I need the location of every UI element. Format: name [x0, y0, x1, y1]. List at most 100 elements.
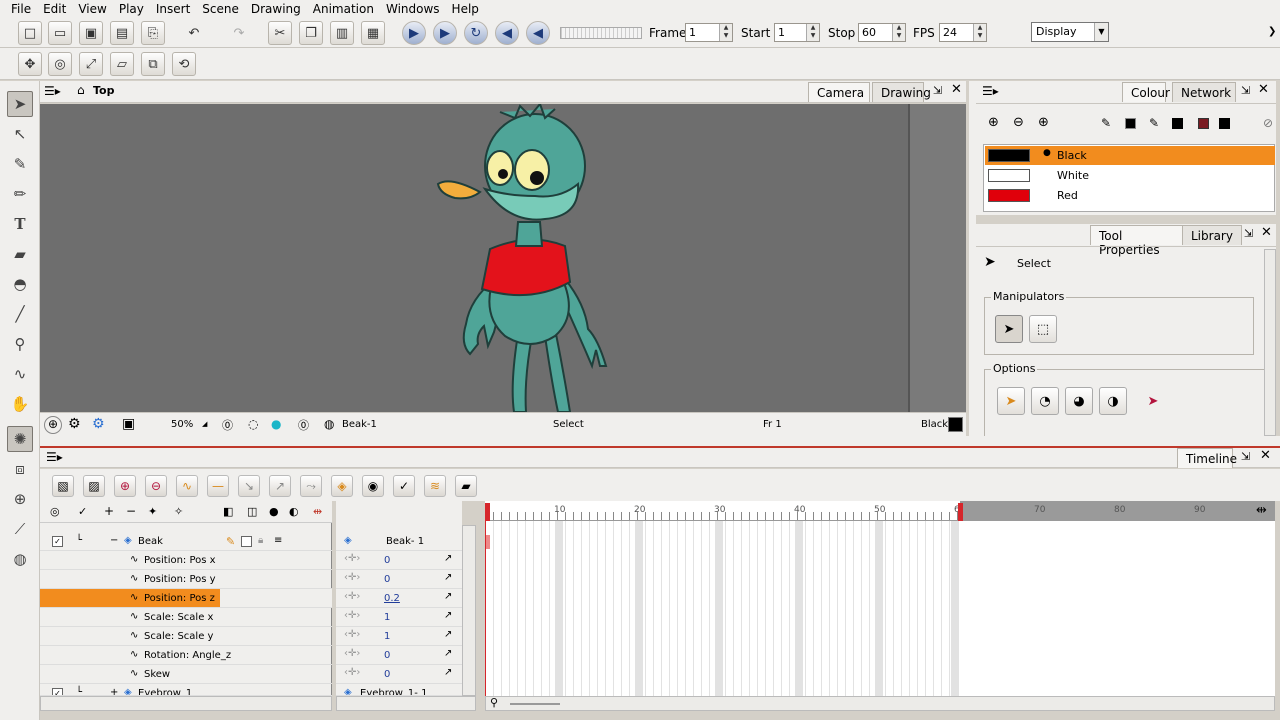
morph-tool-icon[interactable]: ◍ — [7, 546, 33, 572]
animate-tool-icon[interactable]: ✺ — [7, 426, 33, 452]
check-all-icon[interactable]: ✓ — [78, 505, 87, 518]
copy-icon[interactable]: ❐ — [299, 21, 323, 45]
frame-ruler[interactable]: 10 20 30 40 50 6 70 80 90 ⇹ — [485, 501, 1275, 521]
keyframe-nav-icon[interactable]: ‹✛› — [344, 553, 360, 564]
crosshair-icon[interactable]: ⊕ — [44, 416, 62, 434]
splitter-bar[interactable] — [40, 436, 1280, 446]
add-drawing-layer-icon[interactable]: ▧ — [52, 475, 74, 497]
line-colour-swatch[interactable] — [1125, 118, 1136, 129]
add-colour-icon[interactable]: ⊕ — [988, 115, 999, 130]
drawing-sub-icon[interactable]: ◈ — [331, 475, 353, 497]
remove-colour-icon[interactable]: ⊖ — [1013, 115, 1024, 130]
colour-row-red[interactable]: Red — [985, 186, 1275, 205]
menu-play[interactable]: Play — [113, 2, 150, 16]
expand-icon[interactable]: ⇹ — [313, 505, 322, 518]
stroke-icon[interactable]: ∿ — [7, 361, 33, 387]
remove-keyframe-icon[interactable]: ⊖ — [145, 475, 167, 497]
keyframe-nav-icon[interactable]: ‹✛› — [344, 648, 360, 659]
keyframe-nav-icon[interactable]: ‹✛› — [344, 629, 360, 640]
skew-icon[interactable]: ▱ — [110, 52, 134, 76]
bounding-box-icon[interactable]: ⬚ — [1029, 315, 1057, 343]
safe-area-icon[interactable]: ▣ — [122, 416, 135, 432]
value-row[interactable]: ‹✛› 1 ↗ — [336, 608, 462, 627]
current-color-swatch[interactable] — [948, 417, 963, 432]
ease-in-icon[interactable]: ↘ — [238, 475, 260, 497]
undo-icon[interactable]: ↶ — [182, 21, 206, 45]
eye-icon[interactable]: ◎ — [50, 505, 60, 518]
function-value[interactable]: 1 — [384, 631, 390, 642]
menu-view[interactable]: View — [72, 2, 112, 16]
keyframe-nav-icon[interactable]: ‹✛› — [344, 610, 360, 621]
value-row[interactable]: ‹✛› 0 ↗ — [336, 665, 462, 684]
pencil-icon[interactable]: ✎ — [226, 535, 235, 548]
zoom-level[interactable]: 50% — [171, 419, 193, 430]
panel-menu-icon[interactable]: ☰▸ — [46, 450, 63, 464]
scale-icon[interactable]: ⤢ — [79, 52, 103, 76]
layer-colour-box[interactable] — [241, 536, 252, 547]
value-row[interactable]: ‹✛› 0.2 ↗ — [336, 589, 462, 608]
spin-arrows-icon[interactable]: ▲ ▼ — [892, 24, 905, 41]
reset-zoom-icon[interactable]: ⓪ — [222, 417, 233, 433]
exposure-cell[interactable] — [486, 535, 490, 549]
spin-arrows-icon[interactable]: ▲ ▼ — [806, 24, 819, 41]
colour-row-white[interactable]: White — [985, 166, 1275, 185]
menu-drawing[interactable]: Drawing — [245, 2, 307, 16]
function-value[interactable]: 0 — [384, 574, 390, 585]
contour-editor-icon[interactable]: ↖ — [7, 121, 33, 147]
panel-options-icon[interactable]: ⇲ — [933, 84, 942, 97]
camera-view[interactable] — [40, 104, 908, 412]
fps-field[interactable]: 24 ▲ ▼ — [939, 23, 987, 42]
function-row[interactable]: ∿ Scale: Scale y — [40, 627, 332, 646]
colour-row-black[interactable]: ● Black — [985, 146, 1275, 165]
curve-icon[interactable]: ↗ — [444, 610, 452, 621]
timeline-vscrollbar[interactable] — [462, 525, 476, 696]
spin-arrows-icon[interactable]: ▲ ▼ — [973, 24, 986, 41]
save-as-icon[interactable]: ▤ — [110, 21, 134, 45]
zoom-slider[interactable] — [510, 703, 560, 705]
layer-hscrollbar[interactable] — [40, 696, 332, 711]
panel-menu-icon[interactable]: ☰▸ — [44, 84, 61, 98]
chevron-right-icon[interactable]: ❯ — [1268, 26, 1276, 37]
select-arrow-icon[interactable]: ➤ — [995, 315, 1023, 343]
mark-drawing-icon[interactable]: ✓ — [393, 475, 415, 497]
menu-insert[interactable]: Insert — [150, 2, 196, 16]
value-row[interactable]: ‹✛› 1 ↗ — [336, 627, 462, 646]
line-tool-icon[interactable]: ╱ — [7, 301, 33, 327]
curve-icon[interactable]: ↗ — [444, 667, 452, 678]
layer-row-beak[interactable]: ✓ └ − ◈ Beak ✎ 🔒︎ ≡ — [40, 532, 332, 551]
pencil-icon[interactable]: ✏ — [7, 181, 33, 207]
snap-contour-icon[interactable]: ◔ — [1031, 387, 1059, 415]
snap-point-icon[interactable]: ◕ — [1065, 387, 1093, 415]
film-icon[interactable]: ▦ — [361, 21, 385, 45]
panel-scrollbar[interactable] — [1264, 249, 1276, 436]
close-icon[interactable]: ✕ — [1260, 448, 1271, 463]
function-row[interactable]: ∿ Skew — [40, 665, 332, 684]
function-row[interactable]: ∿ Scale: Scale x — [40, 608, 332, 627]
function-row[interactable]: ∿ Rotation: Angle_z — [40, 646, 332, 665]
function-value[interactable]: 0 — [384, 650, 390, 661]
close-icon[interactable]: ✕ — [951, 82, 962, 97]
layer-row-eyebrow[interactable]: ✓ └ + ◈ Eyebrow_1 — [40, 684, 332, 696]
panel-options-icon[interactable]: ⇲ — [1241, 84, 1250, 97]
curve-icon[interactable]: ↗ — [444, 591, 452, 602]
bone-tool-icon[interactable]: ⟋ — [7, 516, 33, 542]
lock-icon[interactable]: ◫ — [247, 505, 257, 518]
pen-icon[interactable]: ✎ — [1101, 116, 1111, 130]
transform-icon[interactable]: ✥ — [18, 52, 42, 76]
palette-icon[interactable] — [1198, 118, 1209, 129]
function-value[interactable]: 0.2 — [384, 593, 400, 604]
lasso-icon[interactable]: ➤ — [997, 387, 1025, 415]
function-row-selected[interactable]: ∿ Position: Pos z — [40, 589, 332, 608]
value-hscrollbar[interactable] — [336, 696, 476, 711]
tab-camera[interactable]: Camera — [808, 82, 870, 102]
fill-colour-swatch[interactable] — [1172, 118, 1183, 129]
function-row[interactable]: ∿ Position: Pos x — [40, 551, 332, 570]
fill-pen-icon[interactable]: ✎ — [1149, 116, 1159, 130]
function-value[interactable]: 0 — [384, 669, 390, 680]
eraser-icon[interactable]: ▰ — [7, 241, 33, 267]
layer-stack-icon[interactable]: ≡ — [274, 535, 282, 546]
add-icon[interactable]: + — [104, 504, 114, 518]
reset-view-icon[interactable]: ⓪ — [298, 417, 309, 433]
select-tool-icon[interactable]: ➤ — [7, 91, 33, 117]
timeline-expand-icon[interactable]: ⇹ — [1256, 503, 1267, 518]
